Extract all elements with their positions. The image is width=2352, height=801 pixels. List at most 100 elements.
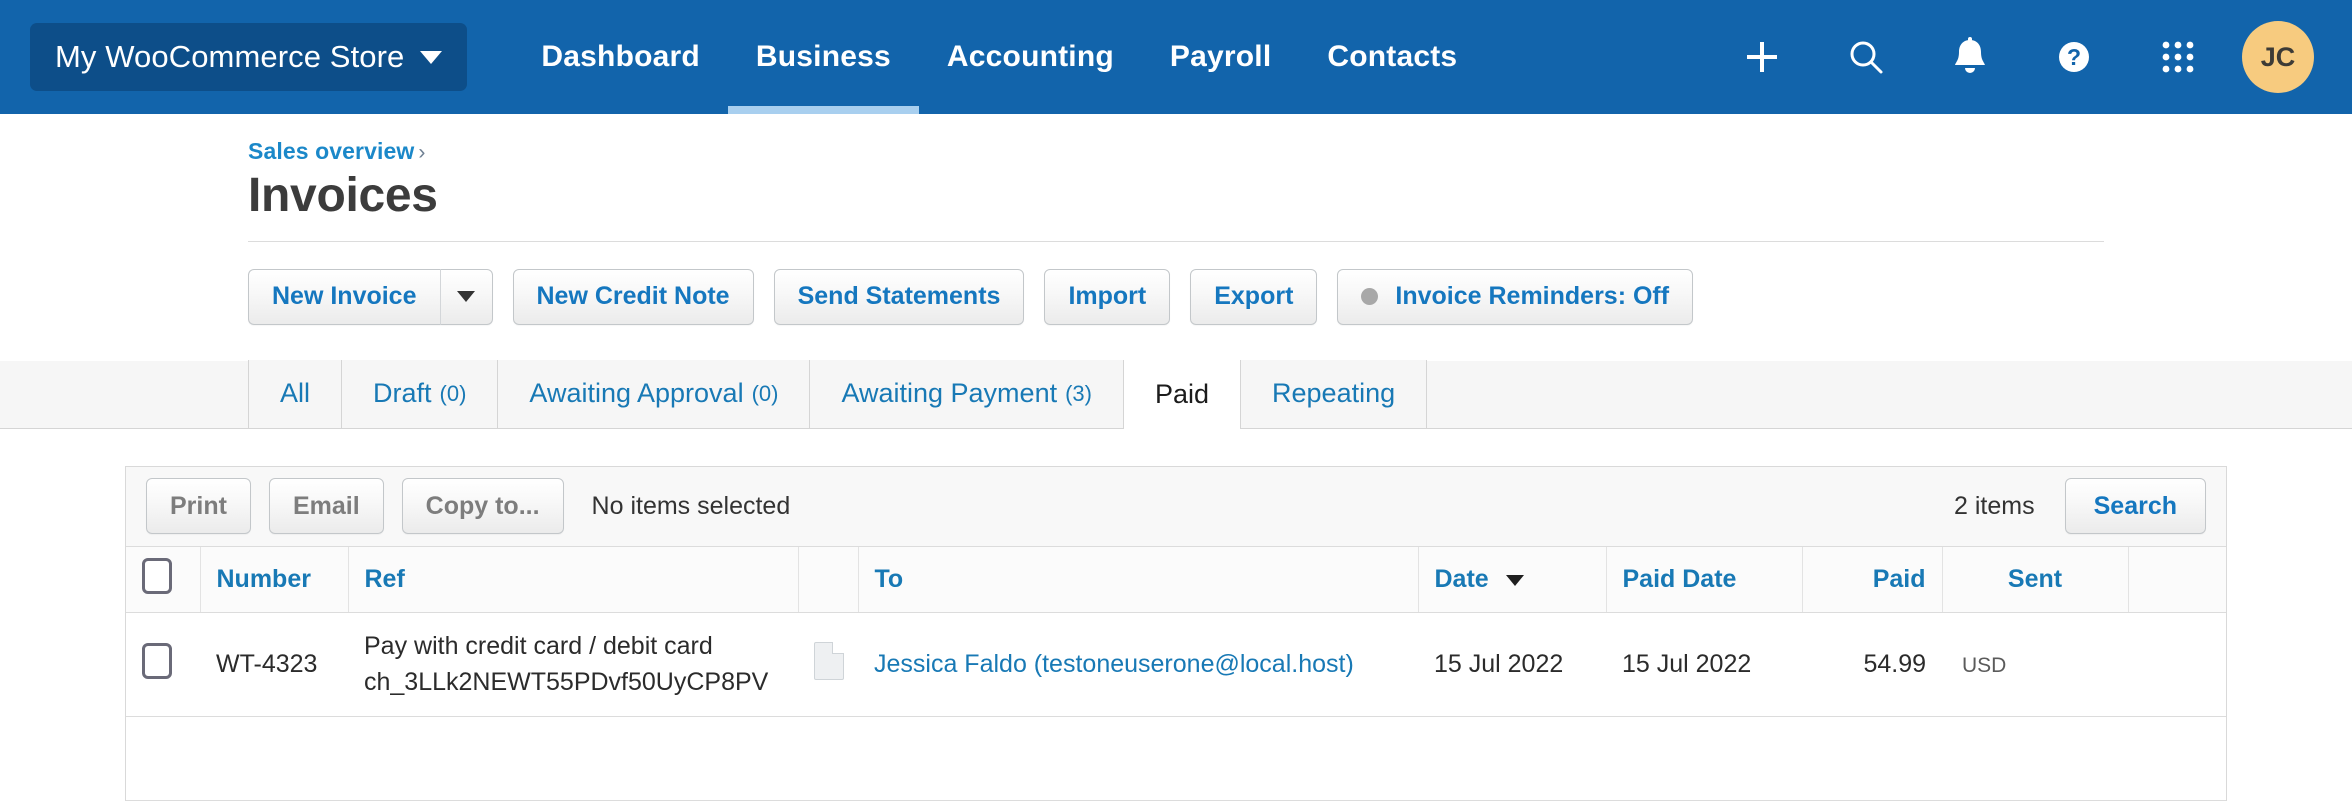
plus-icon <box>1747 42 1777 72</box>
copy-to-button[interactable]: Copy to... <box>401 478 564 535</box>
checkbox-unchecked-icon[interactable] <box>142 643 172 680</box>
tab-label: Awaiting Payment <box>841 378 1058 409</box>
tab-repeating[interactable]: Repeating <box>1241 359 1428 428</box>
search-button[interactable]: Search <box>2064 478 2206 535</box>
table-header-row: Number Ref To Date Paid Date Paid Sent <box>126 546 2226 614</box>
column-header-date[interactable]: Date <box>1418 546 1607 614</box>
nav-item-contacts[interactable]: Contacts <box>1299 0 1485 114</box>
new-credit-note-label: New Credit Note <box>536 282 730 311</box>
nav-item-label: Payroll <box>1169 40 1272 73</box>
invoice-reminders-label: Invoice Reminders: Off <box>1395 282 1670 311</box>
column-header-to[interactable]: To <box>858 546 1419 614</box>
tab-awaiting-approval[interactable]: Awaiting Approval (0) <box>497 359 810 428</box>
user-avatar[interactable]: JC <box>2242 21 2314 93</box>
column-header-number[interactable]: Number <box>200 546 349 614</box>
caret-down-icon <box>1505 574 1524 586</box>
breadcrumb-link-sales-overview[interactable]: Sales overview <box>248 138 414 164</box>
svg-text:?: ? <box>2067 44 2081 70</box>
column-header-paid[interactable]: Paid <box>1802 546 1943 614</box>
cell-to: Jessica Faldo (testoneuserone@local.host… <box>858 612 1418 718</box>
invoice-reminders-button[interactable]: Invoice Reminders: Off <box>1337 268 1694 325</box>
invoice-status-tabstrip: All Draft (0) Awaiting Approval (0) Awai… <box>0 359 2352 429</box>
new-invoice-dropdown-button[interactable] <box>440 268 493 325</box>
nav-item-label: Business <box>755 40 891 73</box>
nav-item-label: Contacts <box>1327 40 1458 73</box>
tab-count: (0) <box>439 380 467 406</box>
search-button[interactable] <box>1814 0 1918 114</box>
email-label: Email <box>292 491 360 520</box>
new-credit-note-button[interactable]: New Credit Note <box>512 268 754 325</box>
column-header-sent[interactable]: Sent <box>1942 546 2129 614</box>
selection-status: No items selected <box>591 491 791 520</box>
breadcrumb: Sales overview › <box>248 138 2352 165</box>
nav-actions: ? JC <box>1710 0 2314 114</box>
print-button[interactable]: Print <box>146 478 251 535</box>
org-switcher-button[interactable]: My WooCommerce Store <box>30 23 468 91</box>
bell-icon <box>1955 37 1985 73</box>
items-count: 2 items <box>1954 491 2035 520</box>
column-label: Paid <box>1872 564 1926 593</box>
chevron-down-icon <box>457 291 475 303</box>
cell-ref: Pay with credit card / debit card ch_3LL… <box>348 612 798 718</box>
new-invoice-button[interactable]: New Invoice <box>248 268 441 325</box>
help-icon: ? <box>2059 42 2089 72</box>
export-label: Export <box>1214 282 1294 311</box>
page-title: Invoices <box>248 169 438 222</box>
column-label: Number <box>216 564 311 593</box>
import-label: Import <box>1068 282 1147 311</box>
ref-description: Pay with credit card / debit card <box>364 632 713 661</box>
help-button[interactable]: ? <box>2022 0 2126 114</box>
column-label: Paid Date <box>1622 564 1737 593</box>
row-select-cell <box>126 612 200 718</box>
table-row[interactable]: WT-4323 Pay with credit card / debit car… <box>126 612 2226 718</box>
send-statements-button[interactable]: Send Statements <box>773 268 1025 325</box>
contact-link[interactable]: Jessica Faldo (testoneuserone@local.host… <box>874 650 1354 678</box>
column-header-ref[interactable]: Ref <box>348 546 799 614</box>
cell-number: WT-4323 <box>200 612 348 718</box>
nav-item-accounting[interactable]: Accounting <box>919 0 1142 114</box>
import-button[interactable]: Import <box>1044 268 1171 325</box>
tab-label: Draft <box>373 378 432 409</box>
email-button[interactable]: Email <box>268 478 384 535</box>
document-icon[interactable] <box>814 642 844 681</box>
primary-nav: Dashboard Business Accounting Payroll Co… <box>513 0 1485 114</box>
chevron-down-icon <box>420 50 443 64</box>
invoice-toolbar: New Invoice New Credit Note Send Stateme… <box>0 242 2352 325</box>
tab-count: (0) <box>751 380 779 406</box>
nav-item-label: Accounting <box>946 40 1114 73</box>
cell-attachment <box>798 612 858 718</box>
column-header-paid-date[interactable]: Paid Date <box>1606 546 1803 614</box>
table-row[interactable] <box>126 716 2226 801</box>
nav-item-dashboard[interactable]: Dashboard <box>513 0 728 114</box>
invoice-table: Number Ref To Date Paid Date Paid Sent W… <box>126 546 2226 801</box>
tab-awaiting-payment[interactable]: Awaiting Payment (3) <box>809 359 1123 428</box>
new-invoice-split-button: New Invoice <box>248 268 493 325</box>
cell-paid-date: 15 Jul 2022 <box>1606 612 1802 718</box>
export-button[interactable]: Export <box>1190 268 1318 325</box>
add-new-button[interactable] <box>1710 0 1814 114</box>
apps-grid-icon <box>2162 41 2194 73</box>
tab-label: Awaiting Approval <box>529 378 744 409</box>
org-switcher-label: My WooCommerce Store <box>55 39 405 74</box>
nav-item-label: Dashboard <box>541 40 700 73</box>
cell-spacer <box>2128 612 2226 718</box>
apps-menu-button[interactable] <box>2126 0 2230 114</box>
cell-currency: USD <box>1942 612 2128 718</box>
new-invoice-label: New Invoice <box>272 282 417 311</box>
avatar-initials: JC <box>2260 41 2296 72</box>
print-label: Print <box>170 491 227 520</box>
nav-item-business[interactable]: Business <box>727 0 919 114</box>
column-label: Ref <box>364 564 405 593</box>
tab-draft[interactable]: Draft (0) <box>341 359 498 428</box>
notifications-button[interactable] <box>1918 0 2022 114</box>
tab-list: All Draft (0) Awaiting Approval (0) Awai… <box>248 359 1428 429</box>
column-header-spacer <box>2128 546 2226 614</box>
cell-date: 15 Jul 2022 <box>1418 612 1606 718</box>
tab-all[interactable]: All <box>248 359 342 428</box>
checkbox-unchecked-icon[interactable] <box>142 557 172 594</box>
search-icon <box>1850 41 1883 74</box>
column-label: Sent <box>2007 564 2063 593</box>
tab-paid[interactable]: Paid <box>1122 359 1242 429</box>
nav-item-payroll[interactable]: Payroll <box>1142 0 1299 114</box>
column-label: To <box>874 564 904 593</box>
